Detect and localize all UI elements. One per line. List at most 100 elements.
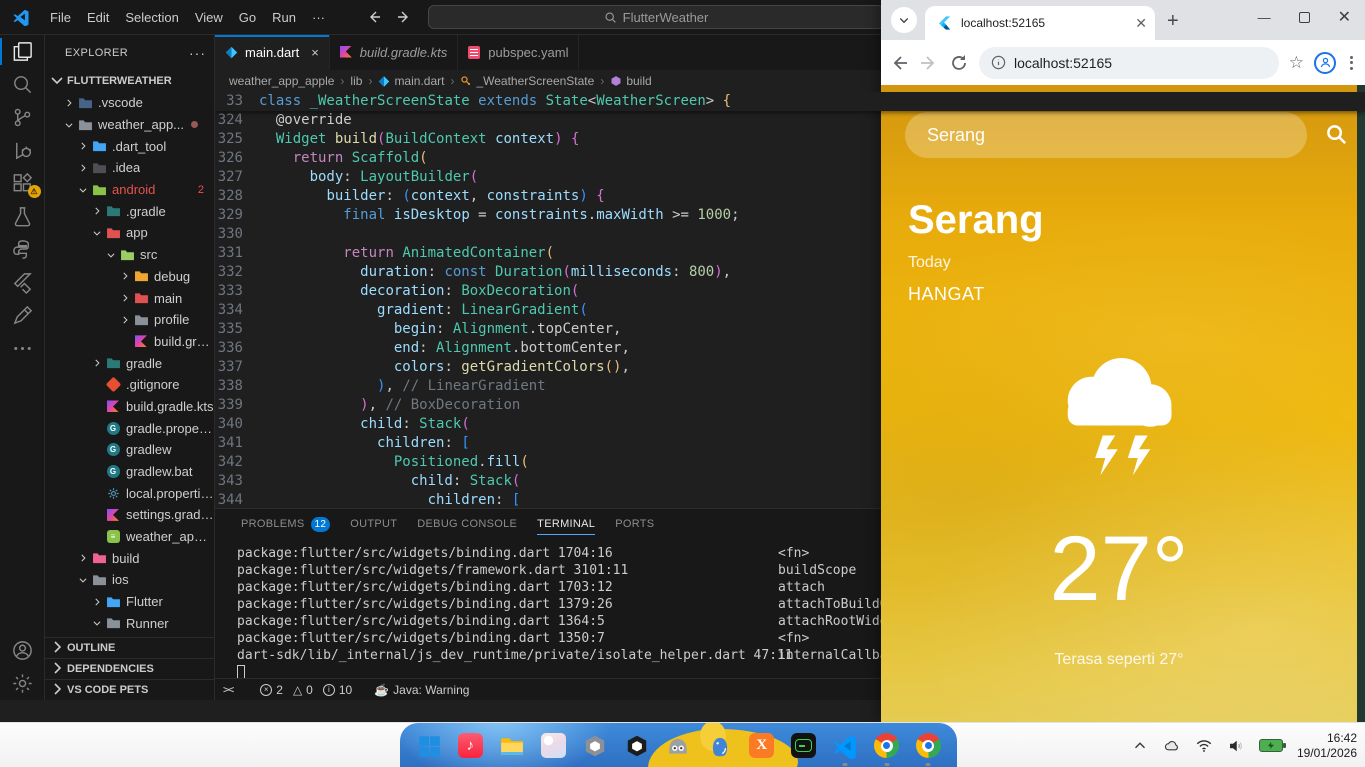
breadcrumb-item[interactable]: build	[610, 74, 651, 88]
taskbar-icon-chrome2[interactable]	[915, 733, 941, 759]
remote-indicator-icon[interactable]: ><	[215, 683, 238, 696]
tree-item[interactable]: .gradle	[45, 200, 214, 222]
menu-run[interactable]: Run	[264, 6, 304, 29]
command-search-box[interactable]: FlutterWeather	[428, 5, 884, 29]
scm-activity-icon[interactable]	[0, 101, 45, 134]
menu-file[interactable]: File	[42, 6, 79, 29]
taskbar-icon-vscode[interactable]	[832, 733, 858, 759]
tab-search-icon[interactable]	[891, 7, 917, 33]
panel-tab-debug-console[interactable]: DEBUG CONSOLE	[409, 509, 525, 539]
java-status[interactable]: ☕ Java: Warning	[368, 683, 475, 697]
tree-item[interactable]: settings.gradle....	[45, 504, 214, 526]
more-activity-icon[interactable]	[0, 332, 45, 365]
weather-search-icon[interactable]	[1325, 123, 1348, 146]
pen-activity-icon[interactable]	[0, 299, 45, 332]
taskbar-icon-avatar[interactable]	[541, 733, 567, 759]
tree-item[interactable]: Ggradlew.bat	[45, 461, 214, 483]
tree-item[interactable]: Ggradlew	[45, 439, 214, 461]
tab-close-icon[interactable]: ×	[311, 45, 319, 60]
bookmark-star-icon[interactable]: ☆	[1289, 53, 1304, 73]
tree-item[interactable]: Ggradle.properties	[45, 417, 214, 439]
breadcrumb-item[interactable]: main.dart	[378, 74, 444, 88]
page-scrollbar[interactable]	[1357, 85, 1365, 722]
breadcrumb-item[interactable]: lib	[350, 74, 362, 88]
editor-tab-pubspec.yaml[interactable]: pubspec.yaml	[458, 35, 579, 70]
tree-item[interactable]: Flutter	[45, 591, 214, 613]
taskbar-icon-chrome[interactable]	[874, 733, 900, 759]
city-search-input[interactable]: Serang	[905, 112, 1307, 158]
section-dependencies[interactable]: DEPENDENCIES	[45, 658, 214, 679]
new-tab-icon[interactable]: +	[1167, 10, 1179, 33]
files-activity-icon[interactable]	[0, 35, 45, 68]
wifi-icon[interactable]	[1195, 737, 1213, 755]
maximize-icon[interactable]	[1299, 12, 1310, 23]
tree-item[interactable]: main	[45, 287, 214, 309]
taskbar-icon-windows[interactable]	[416, 733, 442, 759]
explorer-more-icon[interactable]: ···	[189, 45, 206, 61]
menu-selection[interactable]: Selection	[117, 6, 186, 29]
tree-item[interactable]: gradle	[45, 352, 214, 374]
taskbar-icon-terminal-green[interactable]	[790, 733, 816, 759]
tree-item[interactable]: profile	[45, 309, 214, 331]
address-bar[interactable]: localhost:52165	[979, 47, 1279, 79]
tree-item[interactable]: ios	[45, 569, 214, 591]
browser-tab[interactable]: localhost:52165 ✕	[925, 6, 1155, 40]
volume-icon[interactable]	[1227, 737, 1245, 755]
tree-item[interactable]: src	[45, 244, 214, 266]
menu-edit[interactable]: Edit	[79, 6, 117, 29]
profile-avatar-icon[interactable]	[1314, 52, 1336, 74]
problems-status[interactable]: × 2 △ 0 i 10	[254, 683, 358, 697]
taskbar-icon-unity-grey[interactable]	[582, 733, 608, 759]
panel-tab-ports[interactable]: PORTS	[607, 509, 662, 539]
editor-tab-main.dart[interactable]: main.dart×	[215, 35, 330, 70]
clock[interactable]: 16:42 19/01/2026	[1297, 731, 1357, 761]
tree-item[interactable]: .idea	[45, 157, 214, 179]
tree-item[interactable]: local.properties	[45, 482, 214, 504]
taskbar-icon-xampp[interactable]: X	[749, 733, 775, 759]
menu-···[interactable]: ···	[304, 6, 333, 29]
taskbar-icon-unity-black[interactable]	[624, 733, 650, 759]
tree-item[interactable]: ≡weather_app_a...	[45, 526, 214, 548]
menu-view[interactable]: View	[187, 6, 231, 29]
tree-item[interactable]: debug	[45, 266, 214, 288]
debug-activity-icon[interactable]	[0, 134, 45, 167]
browser-back-icon[interactable]	[889, 53, 909, 73]
taskbar-icon-explorer[interactable]	[499, 733, 525, 759]
taskbar-icon-godot[interactable]	[665, 733, 691, 759]
battery-icon[interactable]	[1259, 739, 1283, 752]
menu-go[interactable]: Go	[231, 6, 264, 29]
tab-close-icon[interactable]: ✕	[1135, 15, 1147, 32]
tree-item[interactable]: .gitignore	[45, 374, 214, 396]
editor-tab-build.gradle.kts[interactable]: build.gradle.kts	[330, 35, 458, 70]
forward-arrow-icon[interactable]	[396, 9, 412, 25]
browser-forward-icon[interactable]	[919, 53, 939, 73]
extensions-activity-icon[interactable]: ⚠	[0, 167, 45, 200]
breadcrumb-item[interactable]: _WeatherScreenState	[460, 74, 594, 88]
minimize-icon[interactable]: —	[1258, 10, 1271, 25]
back-arrow-icon[interactable]	[366, 9, 382, 25]
breadcrumb-item[interactable]: weather_app_apple	[229, 74, 334, 88]
tree-item[interactable]: build.gradle.kts	[45, 396, 214, 418]
workspace-section-header[interactable]: FLUTTERWEATHER	[45, 70, 214, 92]
tree-item[interactable]: .vscode	[45, 92, 214, 114]
taskbar-icon-postgres[interactable]	[707, 733, 733, 759]
tree-item[interactable]: Runner	[45, 613, 214, 635]
close-window-icon[interactable]: ✕	[1338, 7, 1351, 27]
tree-item[interactable]: android2	[45, 179, 214, 201]
site-info-icon[interactable]	[991, 55, 1006, 70]
panel-tab-output[interactable]: OUTPUT	[342, 509, 405, 539]
reload-icon[interactable]	[949, 53, 969, 73]
browser-menu-icon[interactable]	[1346, 56, 1357, 70]
taskbar-icon-music[interactable]: ♪	[457, 733, 483, 759]
onedrive-cloud-icon[interactable]	[1163, 737, 1181, 755]
tree-item[interactable]: build	[45, 547, 214, 569]
tree-item[interactable]: .dart_tool	[45, 135, 214, 157]
section-vs-code-pets[interactable]: VS CODE PETS	[45, 679, 214, 700]
python-activity-icon[interactable]	[0, 233, 45, 266]
panel-tab-problems[interactable]: PROBLEMS12	[233, 509, 338, 539]
settings-activity-icon[interactable]	[0, 667, 45, 700]
tray-chevron-icon[interactable]	[1131, 737, 1149, 755]
tree-item[interactable]: build.gradle.kts	[45, 331, 214, 353]
search-activity-icon[interactable]	[0, 68, 45, 101]
tree-item[interactable]: app	[45, 222, 214, 244]
